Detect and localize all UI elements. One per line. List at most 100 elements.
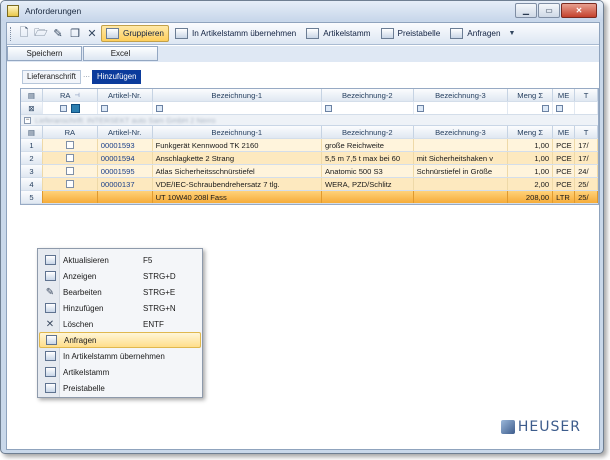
transfer-icon: [174, 28, 188, 39]
group-column-quantity[interactable]: Meng Σ: [508, 126, 554, 138]
group-row[interactable]: − Lieferanschrift: INTERSEKT auto Sam Gm…: [21, 115, 598, 126]
close-button[interactable]: ✕: [561, 3, 597, 18]
column-ra[interactable]: RA ⊣: [43, 89, 98, 101]
toolbar-item-label: Anfragen: [467, 29, 501, 38]
minimize-button[interactable]: ▁: [515, 3, 537, 18]
column-article-no[interactable]: Artikel-Nr.: [98, 89, 153, 101]
toolbar-grip[interactable]: [10, 26, 13, 41]
toolbar-overflow-icon[interactable]: ▼: [509, 30, 516, 37]
filter-quantity[interactable]: [508, 102, 554, 114]
table-row[interactable]: 4 00000137 VDE/IEC-Schraubendrehersatz 7…: [21, 178, 598, 191]
copy-icon[interactable]: ❐: [67, 26, 83, 42]
filter-icon[interactable]: [324, 104, 332, 112]
toolbar: 🗋 🗁 ✎ ❐ ✕ Gruppieren In Artikelstamm übe…: [7, 23, 599, 45]
column-label: Meng: [517, 90, 537, 100]
edit-icon[interactable]: ✎: [50, 26, 66, 42]
open-icon[interactable]: 🗁: [33, 26, 49, 42]
group-column-ra[interactable]: RA: [43, 126, 98, 138]
filter-icon[interactable]: [556, 104, 564, 112]
table-row[interactable]: 1 00001593 Funkgerät Kennwood TK 2160 gr…: [21, 139, 598, 152]
ra-cell[interactable]: [43, 139, 98, 151]
column-description-1[interactable]: Bezeichnung-1: [153, 89, 322, 101]
column-label: Bezeichnung-1: [211, 90, 263, 100]
column-description-3[interactable]: Bezeichnung-3: [414, 89, 509, 101]
save-button[interactable]: Speichern: [7, 46, 82, 61]
price-table-button[interactable]: Preistabelle: [377, 25, 445, 42]
view-icon: [44, 271, 56, 282]
group-button[interactable]: Gruppieren: [101, 25, 169, 42]
filter-icon[interactable]: [155, 104, 163, 112]
group-column-unit[interactable]: ME: [553, 126, 576, 138]
group-column-description-2[interactable]: Bezeichnung-2: [322, 126, 414, 138]
menu-item-add[interactable]: Hinzufügen STRG+N: [39, 300, 201, 316]
filter-description-2[interactable]: [322, 102, 414, 114]
toolbar-item-label: Preistabelle: [397, 29, 441, 38]
menu-item-price-table[interactable]: Preistabelle: [39, 380, 201, 396]
ra-checkbox[interactable]: [65, 154, 74, 162]
filter-unit[interactable]: [553, 102, 576, 114]
filter-article-no[interactable]: [98, 102, 153, 114]
menu-item-inquiry[interactable]: Anfragen: [39, 332, 201, 348]
ra-checkbox[interactable]: [65, 167, 74, 175]
column-chooser-icon[interactable]: ▤: [21, 126, 43, 138]
column-label: Bezeichnung-3: [435, 90, 486, 100]
filter-t[interactable]: [575, 102, 598, 114]
group-column-t[interactable]: T: [575, 126, 598, 138]
menu-item-delete[interactable]: ✕ Löschen ENTF: [39, 316, 201, 332]
group-column-description-1[interactable]: Bezeichnung-1: [153, 126, 322, 138]
article-master-button[interactable]: Artikelstamm: [302, 25, 374, 42]
filter-ra-checkbox[interactable]: [70, 103, 80, 113]
filter-description-1[interactable]: [153, 102, 322, 114]
excel-button[interactable]: Excel: [83, 46, 158, 61]
ra-checkbox[interactable]: [65, 141, 74, 149]
breadcrumb-delivery-address[interactable]: Lieferanschrift: [22, 69, 81, 84]
description-3-cell: [414, 178, 509, 190]
ra-cell[interactable]: [43, 191, 98, 203]
ra-cell[interactable]: [43, 152, 98, 164]
unit-cell: PCE: [553, 139, 576, 151]
expand-icon[interactable]: −: [24, 116, 31, 124]
filter-description-3[interactable]: [414, 102, 509, 114]
ra-cell[interactable]: [43, 165, 98, 177]
breadcrumb-separator: ⋯: [82, 73, 90, 81]
breadcrumb-add[interactable]: Hinzufügen: [91, 69, 142, 84]
data-grid: ▤ RA ⊣ Artikel-Nr. Bezeichnung-1 Bezeichn…: [20, 88, 599, 205]
group-column-description-3[interactable]: Bezeichnung-3: [414, 126, 509, 138]
filter-icon[interactable]: [100, 104, 108, 112]
maximize-button[interactable]: ▭: [538, 3, 560, 18]
button-bar: Speichern Excel: [7, 46, 599, 62]
ra-checkbox[interactable]: [65, 180, 74, 188]
menu-item-edit[interactable]: ✎ Bearbeiten STRG+E: [39, 284, 201, 300]
column-quantity[interactable]: Meng Σ: [508, 89, 554, 101]
filter-clear-icon[interactable]: ⊠: [21, 102, 43, 114]
column-unit[interactable]: ME: [553, 89, 576, 101]
inquiry-button[interactable]: Anfragen: [446, 25, 504, 42]
menu-item-view[interactable]: Anzeigen STRG+D: [39, 268, 201, 284]
table-row[interactable]: 3 00001595 Atlas Sicherheitsschnürstiefe…: [21, 165, 598, 178]
filter-icon[interactable]: [59, 104, 67, 112]
new-document-icon[interactable]: 🗋: [16, 26, 32, 42]
inquiry-icon: [45, 335, 57, 346]
filter-ra[interactable]: [43, 102, 98, 114]
menu-item-refresh[interactable]: Aktualisieren F5: [39, 252, 201, 268]
table-row[interactable]: 2 00001594 Anschlagkette 2 Strang 5,5 m …: [21, 152, 598, 165]
column-chooser-icon[interactable]: ▤: [21, 89, 43, 101]
ra-cell[interactable]: [43, 178, 98, 190]
group-column-article-no[interactable]: Artikel-Nr.: [98, 126, 153, 138]
menu-item-transfer[interactable]: In Artikelstamm übernehmen: [39, 348, 201, 364]
column-t[interactable]: T: [575, 89, 598, 101]
description-2-cell: 5,5 m 7,5 t max bei 60: [322, 152, 414, 164]
menu-item-label: Hinzufügen: [63, 303, 104, 313]
menu-item-article-master[interactable]: Artikelstamm: [39, 364, 201, 380]
menu-item-label: Aktualisieren: [63, 255, 109, 265]
column-description-2[interactable]: Bezeichnung-2: [322, 89, 414, 101]
transfer-to-article-master-button[interactable]: In Artikelstamm übernehmen: [171, 25, 300, 42]
refresh-icon: [44, 255, 56, 266]
column-label: ME: [557, 127, 570, 137]
table-row-selected[interactable]: 5 UT 10W40 208l Fass 208,00 LTR 25/: [21, 191, 598, 204]
menu-item-shortcut: F5: [143, 255, 153, 265]
group-icon: [106, 28, 119, 39]
filter-icon[interactable]: [542, 104, 550, 112]
filter-icon[interactable]: [416, 104, 424, 112]
delete-icon[interactable]: ✕: [84, 26, 100, 42]
